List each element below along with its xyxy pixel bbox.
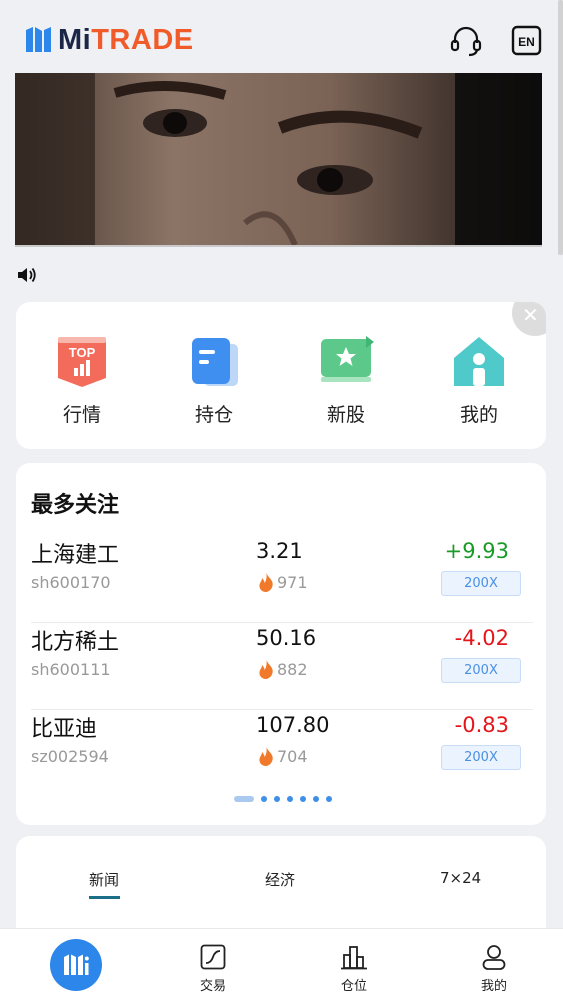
banner-progress-line — [15, 245, 542, 247]
mitrade-home-icon[interactable] — [50, 939, 102, 991]
user-icon — [482, 945, 506, 970]
price-change: +9.93 — [444, 539, 509, 563]
active-tab-indicator — [89, 896, 120, 899]
fire-icon — [259, 747, 273, 766]
svg-text:TOP: TOP — [69, 345, 96, 360]
stock-price: 50.16 — [256, 626, 317, 650]
nav-item-trade[interactable]: 交易 — [183, 943, 243, 994]
logo-text: MiTRADE — [58, 24, 194, 56]
quick-item-market[interactable]: TOP 行情 — [32, 334, 132, 427]
quick-item-positions[interactable]: 持仓 — [164, 334, 264, 427]
price-change: -0.83 — [454, 713, 509, 737]
bar-chart-icon — [341, 946, 367, 970]
quick-item-label: 持仓 — [194, 404, 233, 426]
top-chart-icon: TOP — [54, 334, 110, 390]
quick-item-ipo[interactable]: 新股 — [296, 334, 396, 427]
watchlist-row[interactable]: 上海建工 sh600170 3.21 971 +9.93 200X — [31, 537, 533, 623]
close-icon[interactable]: ✕ — [512, 302, 546, 336]
tab-live-24[interactable]: 7×24 — [440, 869, 481, 887]
home-icon — [451, 334, 507, 390]
quick-item-label: 新股 — [326, 404, 365, 426]
tab-news[interactable]: 新闻 — [89, 869, 119, 890]
trade-chart-icon — [200, 944, 226, 970]
speaker-icon[interactable] — [16, 265, 38, 285]
video-banner[interactable] — [15, 73, 542, 245]
pager-dot[interactable] — [234, 796, 254, 802]
watchlist-title: 最多关注 — [31, 493, 120, 518]
tab-economy[interactable]: 经济 — [265, 869, 295, 890]
leverage-badge[interactable]: 200X — [441, 658, 521, 683]
leverage-badge[interactable]: 200X — [441, 745, 521, 770]
stock-price: 3.21 — [256, 539, 303, 563]
nav-label: 我的 — [480, 979, 507, 994]
pager-dot[interactable] — [326, 796, 332, 802]
nav-label: 仓位 — [340, 979, 367, 994]
quick-item-label: 我的 — [459, 404, 498, 426]
banner-image — [15, 73, 542, 245]
heat-value: 704 — [277, 747, 308, 766]
language-switch-icon[interactable]: EN — [510, 24, 544, 58]
stock-code: sz002594 — [31, 747, 109, 766]
stock-name: 比亚迪 — [31, 717, 98, 742]
leverage-badge[interactable]: 200X — [441, 571, 521, 596]
quick-menu-card: ✕ TOP 行情 持仓 新股 我的 — [16, 302, 546, 449]
pager-dot[interactable] — [274, 796, 280, 802]
carousel-pager[interactable] — [234, 796, 339, 802]
heat-count: 704 — [258, 747, 308, 766]
stock-name: 北方稀土 — [31, 630, 120, 655]
heat-value: 882 — [277, 660, 308, 679]
pager-dot[interactable] — [313, 796, 319, 802]
price-change: -4.02 — [454, 626, 509, 650]
pager-dot[interactable] — [300, 796, 306, 802]
star-board-icon — [318, 334, 374, 390]
watchlist-row[interactable]: 比亚迪 sz002594 107.80 704 -0.83 200X — [31, 711, 533, 797]
watchlist-row[interactable]: 北方稀土 sh600111 50.16 882 -4.02 200X — [31, 624, 533, 710]
headset-icon[interactable] — [449, 24, 483, 58]
watchlist-card: 最多关注 上海建工 sh600170 3.21 971 +9.93 200X 北… — [16, 463, 546, 825]
heat-value: 971 — [277, 573, 308, 592]
mitrade-logo-icon — [26, 27, 51, 52]
bottom-tab-bar: 交易 仓位 我的 — [0, 928, 563, 1001]
pager-dot[interactable] — [287, 796, 293, 802]
nav-item-mine[interactable]: 我的 — [464, 943, 524, 994]
stock-name: 上海建工 — [31, 543, 120, 568]
page-scrollbar[interactable] — [558, 0, 563, 255]
quick-item-mine[interactable]: 我的 — [429, 334, 529, 427]
nav-item-positions[interactable]: 仓位 — [324, 943, 384, 994]
stock-price: 107.80 — [256, 713, 330, 737]
svg-text:EN: EN — [518, 35, 535, 49]
heat-count: 882 — [258, 660, 308, 679]
fire-icon — [259, 573, 273, 592]
quick-item-label: 行情 — [62, 404, 101, 426]
app-header: MiTRADE EN — [0, 0, 563, 76]
heat-count: 971 — [258, 573, 308, 592]
document-icon — [186, 334, 242, 390]
mitrade-logo[interactable]: MiTRADE — [24, 22, 194, 58]
fire-icon — [259, 660, 273, 679]
pager-dot[interactable] — [261, 796, 267, 802]
stock-code: sh600170 — [31, 573, 111, 592]
nav-label: 交易 — [199, 979, 226, 994]
stock-code: sh600111 — [31, 660, 111, 679]
